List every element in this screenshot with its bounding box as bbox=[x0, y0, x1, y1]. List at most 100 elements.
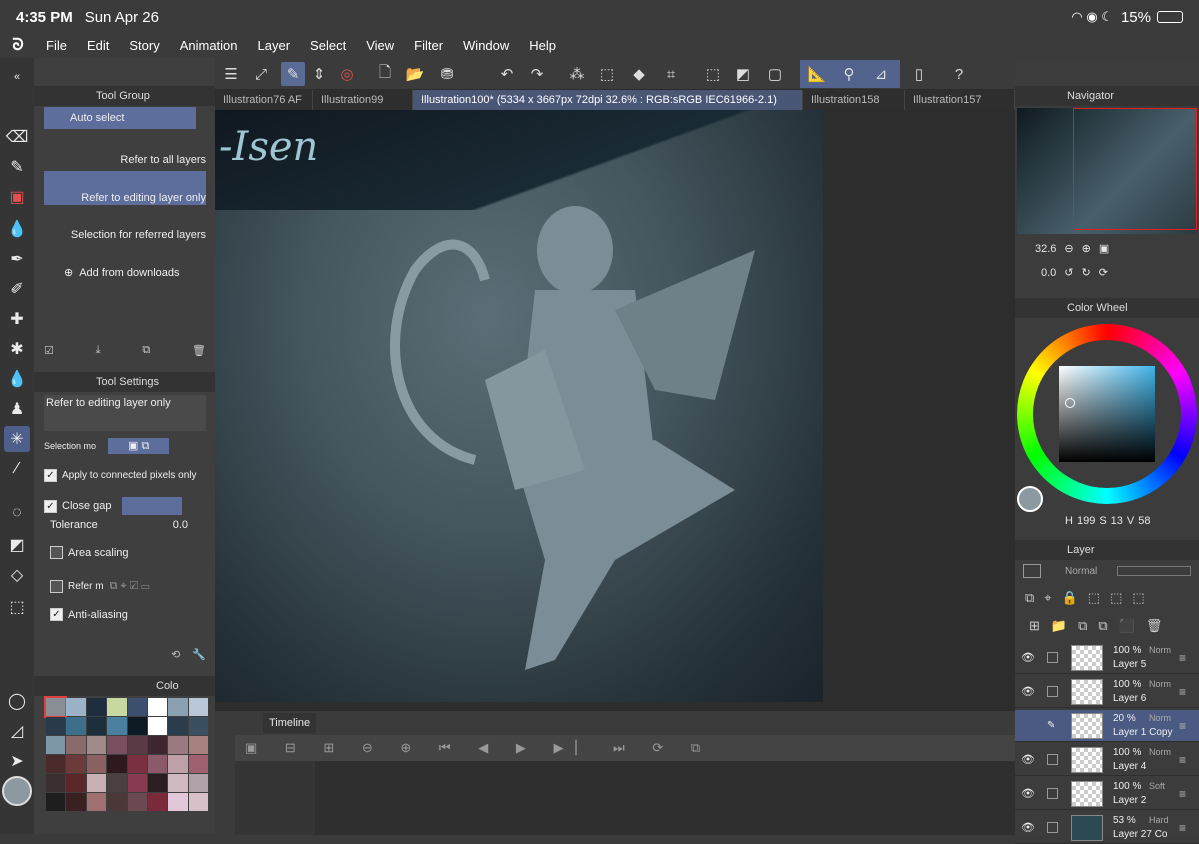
zoom-value[interactable]: 32.6 bbox=[1035, 243, 1056, 255]
menu-filter[interactable]: Filter bbox=[404, 34, 453, 58]
device-icon[interactable]: ▯ bbox=[907, 62, 931, 86]
duplicate-icon[interactable]: ⧉ bbox=[142, 344, 150, 357]
palette-swatch[interactable] bbox=[66, 717, 86, 735]
palette-swatch[interactable] bbox=[188, 736, 208, 754]
palette-swatch[interactable] bbox=[188, 698, 208, 716]
layer-row[interactable]: 👁 100 % Norm Layer 5 ≡ bbox=[1015, 642, 1199, 674]
area-scaling-checkbox[interactable] bbox=[50, 546, 63, 559]
lasso-icon[interactable]: ◌ bbox=[4, 500, 30, 526]
saturation-value-square[interactable] bbox=[1059, 366, 1155, 462]
layer-row[interactable]: 👁 100 % Soft Layer 2 ≡ bbox=[1015, 778, 1199, 810]
open-icon[interactable]: 📂 bbox=[403, 62, 427, 86]
speech-balloon-icon[interactable]: ◯ bbox=[4, 688, 30, 714]
drag-handle-icon[interactable]: ≡ bbox=[1179, 719, 1186, 733]
palette-swatch[interactable] bbox=[46, 717, 66, 735]
refer-row[interactable]: Refer m ⧉ ⌖ ☑ ▭ bbox=[44, 580, 206, 593]
stepper-icon[interactable]: ⇕ bbox=[307, 62, 331, 86]
ruler-icon-3[interactable]: ⊿ bbox=[869, 62, 893, 86]
decoration-icon[interactable]: ✱ bbox=[4, 336, 30, 362]
apply-connected-row[interactable]: ✓ Apply to connected pixels only bbox=[44, 469, 206, 482]
layer-lock-box[interactable] bbox=[1047, 686, 1058, 697]
eyedropper-icon[interactable]: ⁄ bbox=[4, 456, 30, 482]
trash-icon[interactable]: 🗑 bbox=[192, 344, 206, 357]
palette-swatch[interactable] bbox=[147, 698, 168, 716]
hamburger-icon[interactable]: ☰ bbox=[219, 62, 243, 86]
refer-checkbox[interactable] bbox=[50, 580, 63, 593]
layer-lock-box[interactable] bbox=[1047, 788, 1058, 799]
anti-aliasing-row[interactable]: ✓ Anti-aliasing bbox=[44, 608, 206, 621]
palette-swatch[interactable] bbox=[43, 696, 68, 718]
palette-swatch[interactable] bbox=[46, 793, 66, 811]
navigator-preview[interactable] bbox=[1017, 108, 1197, 234]
palette-swatch[interactable] bbox=[66, 755, 86, 773]
palette-swatch[interactable] bbox=[107, 717, 127, 735]
hue-ring[interactable] bbox=[1017, 324, 1197, 504]
palette-swatch[interactable] bbox=[127, 698, 147, 716]
palette-swatch[interactable] bbox=[168, 793, 188, 811]
tab-illustration158[interactable]: Illustration158 bbox=[803, 90, 905, 110]
viewport-rectangle[interactable] bbox=[1073, 108, 1197, 230]
palette-swatch[interactable] bbox=[46, 736, 66, 754]
layer-row[interactable]: 👁 100 % Norm Layer 6 ≡ bbox=[1015, 676, 1199, 708]
palette-swatch[interactable] bbox=[168, 736, 188, 754]
palette-swatch[interactable] bbox=[46, 774, 66, 792]
palette-swatch[interactable] bbox=[147, 736, 168, 754]
layer-lock-box[interactable] bbox=[1047, 754, 1058, 765]
palette-swatch[interactable] bbox=[107, 774, 127, 792]
fit-window-icon[interactable]: ▣ bbox=[1099, 242, 1109, 255]
close-gap-level[interactable] bbox=[121, 497, 182, 515]
water-icon[interactable]: 💧 bbox=[4, 366, 30, 392]
main-color-swatch[interactable] bbox=[2, 776, 32, 806]
blend-mode-select[interactable]: Normal bbox=[1065, 566, 1097, 577]
fill-icon-bar[interactable]: ◆ bbox=[627, 62, 651, 86]
ruler-icon[interactable]: ◿ bbox=[4, 718, 30, 744]
eye-icon[interactable]: 👁 bbox=[1021, 685, 1035, 699]
checklist-icon[interactable]: ☑ bbox=[44, 344, 54, 357]
stamp-icon[interactable]: ♟ bbox=[4, 396, 30, 422]
palette-swatch[interactable] bbox=[147, 774, 168, 792]
artwork-canvas[interactable]: -Isen bbox=[215, 110, 823, 702]
ruler-icon-1[interactable]: 📐 bbox=[805, 62, 829, 86]
eye-icon[interactable]: 👁 bbox=[1021, 821, 1035, 835]
palette-swatch[interactable] bbox=[188, 774, 208, 792]
help-icon[interactable]: ? bbox=[947, 62, 971, 86]
timeline-controls[interactable]: ▣ ⊟ ⊞ ⊖ ⊕ ⏮ ◀ ▶ ▶▏ ⏭ ⟳ ⧉ bbox=[235, 735, 1015, 761]
pen-icon[interactable]: ✒ bbox=[4, 246, 30, 272]
save-icon[interactable]: ⛃ bbox=[435, 62, 459, 86]
palette-swatch[interactable] bbox=[107, 698, 127, 716]
zoom-in-icon[interactable]: ⊕ bbox=[1082, 242, 1091, 255]
close-gap-row[interactable]: ✓ Close gap bbox=[44, 497, 206, 515]
app-logo-icon[interactable]: ᘐ bbox=[0, 37, 36, 55]
palette-swatch[interactable] bbox=[168, 755, 188, 773]
rotate-right-icon[interactable]: ↻ bbox=[1082, 266, 1091, 279]
tolerance-value[interactable]: 0.0 bbox=[173, 519, 188, 531]
palette-swatch[interactable] bbox=[107, 736, 127, 754]
pencil-icon[interactable]: ✐ bbox=[4, 276, 30, 302]
eye-hidden-icon[interactable] bbox=[1021, 719, 1035, 733]
palette-swatch[interactable] bbox=[66, 793, 86, 811]
palette-swatch[interactable] bbox=[147, 755, 168, 773]
zoom-out-icon[interactable]: ⊖ bbox=[1064, 242, 1073, 255]
palette-swatch[interactable] bbox=[46, 755, 66, 773]
layer-row[interactable]: 👁 100 % Norm Layer 4 ≡ bbox=[1015, 744, 1199, 776]
rotate-left-icon[interactable]: ↺ bbox=[1064, 266, 1073, 279]
menu-file[interactable]: File bbox=[36, 34, 77, 58]
eye-icon[interactable]: 👁 bbox=[1021, 787, 1035, 801]
area-scaling-row[interactable]: Area scaling bbox=[44, 546, 206, 559]
reset-rotation-icon[interactable]: ⟳ bbox=[1099, 266, 1108, 279]
collapse-icon[interactable]: « bbox=[4, 64, 30, 90]
palette-swatch[interactable] bbox=[168, 698, 188, 716]
palette-swatch[interactable] bbox=[86, 736, 107, 754]
drag-handle-icon[interactable]: ≡ bbox=[1179, 651, 1186, 665]
deselect-icon[interactable]: ⬚ bbox=[701, 62, 725, 86]
apply-connected-checkbox[interactable]: ✓ bbox=[44, 469, 57, 482]
marker-icon[interactable]: ✎ bbox=[4, 154, 30, 180]
canvas-area[interactable]: -Isen bbox=[215, 110, 1015, 710]
palette-swatch[interactable] bbox=[107, 755, 127, 773]
drag-handle-icon[interactable]: ≡ bbox=[1179, 821, 1186, 835]
rotation-value[interactable]: 0.0 bbox=[1041, 267, 1056, 279]
anti-aliasing-checkbox[interactable]: ✓ bbox=[50, 608, 63, 621]
palette-swatch[interactable] bbox=[188, 755, 208, 773]
palette-swatch[interactable] bbox=[168, 717, 188, 735]
clear-icon[interactable]: ▢ bbox=[763, 62, 787, 86]
